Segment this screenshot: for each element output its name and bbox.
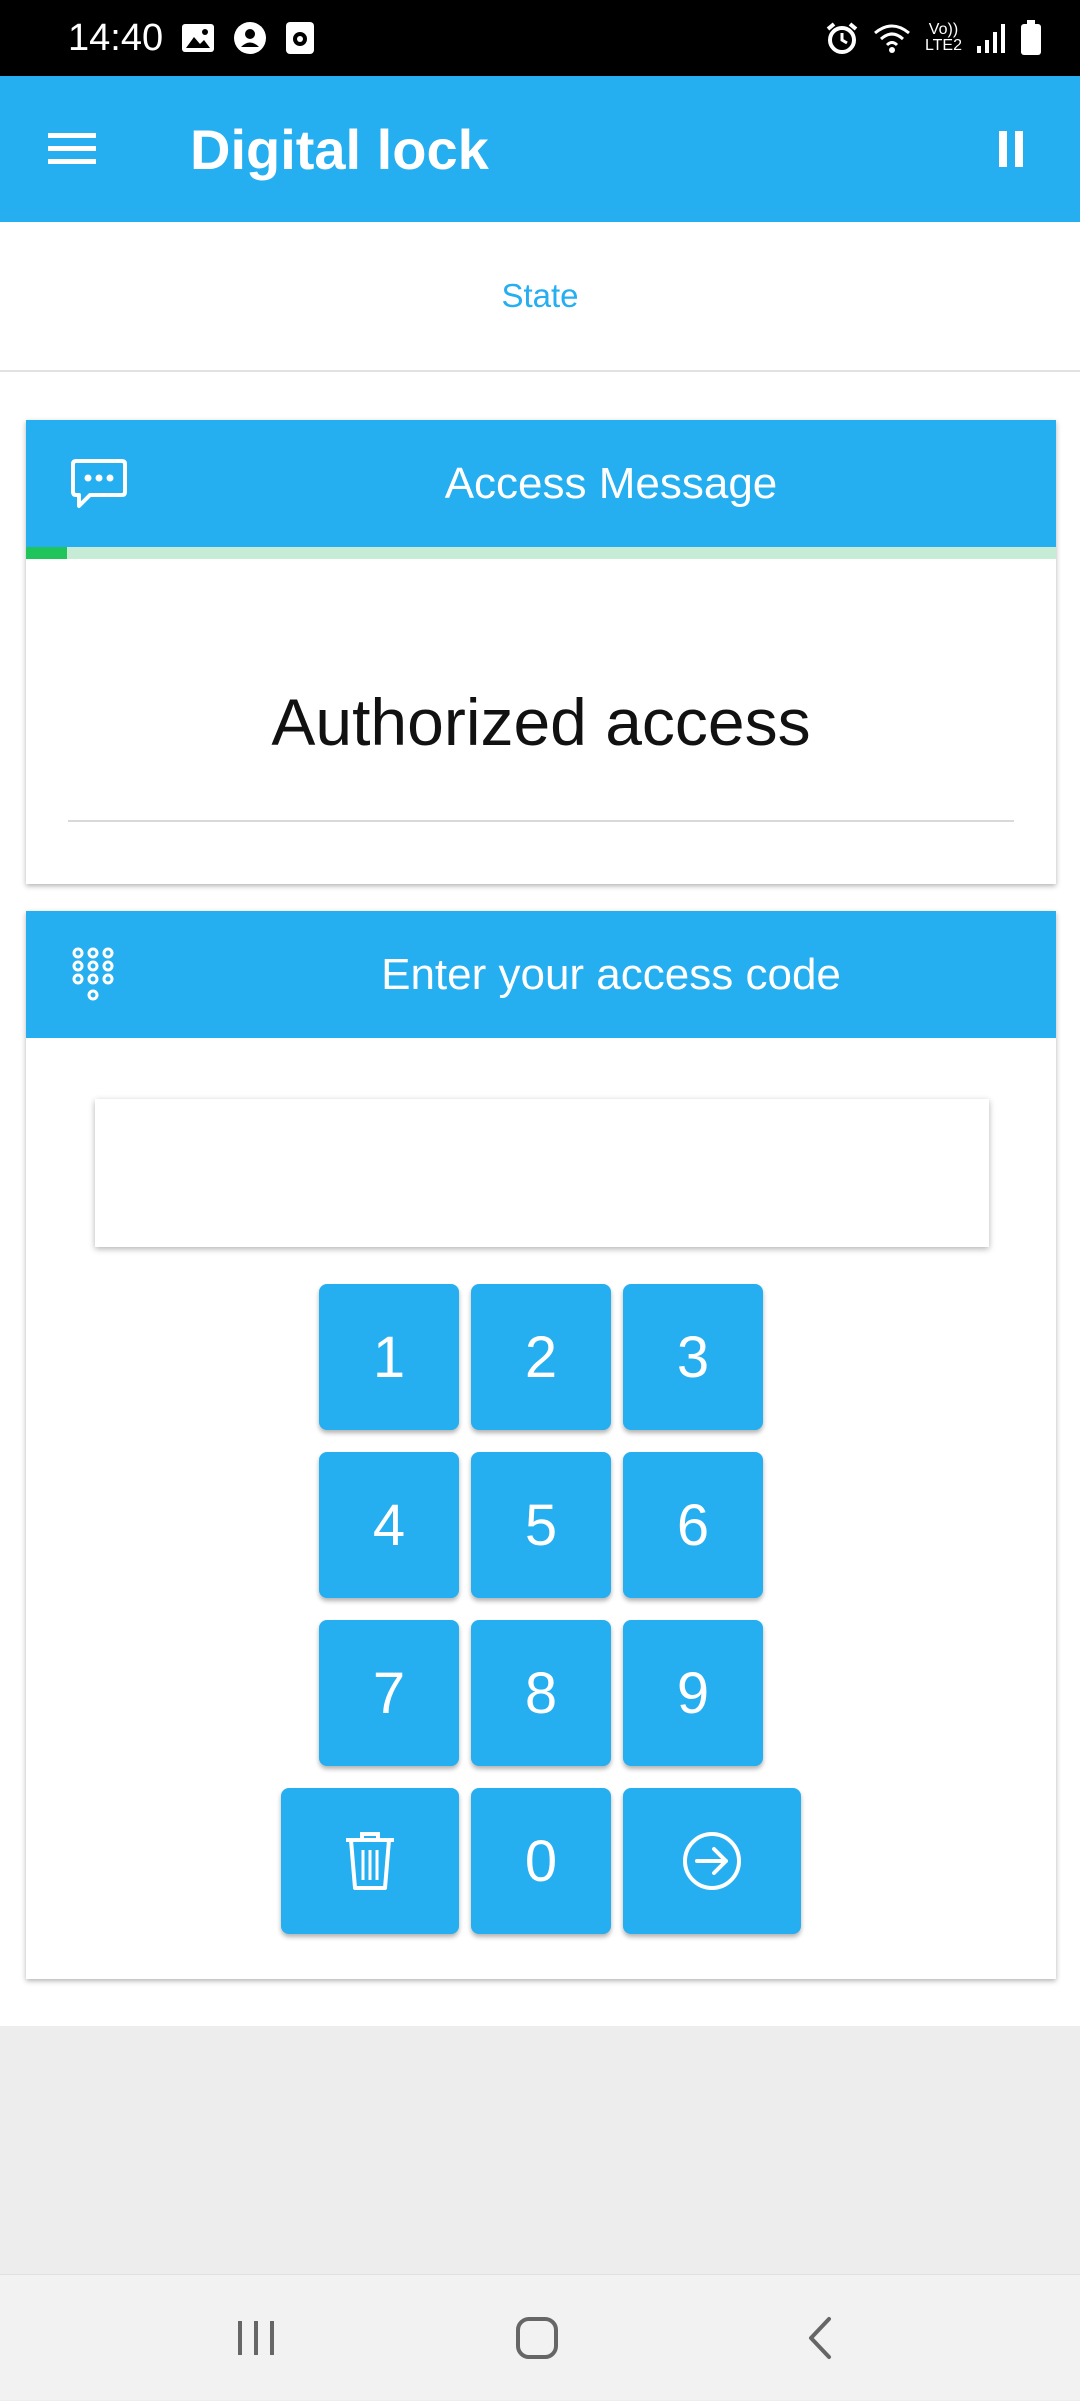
key-2[interactable]: 2	[471, 1284, 611, 1430]
key-8[interactable]: 8	[471, 1620, 611, 1766]
message-divider	[68, 820, 1014, 822]
dialpad-icon	[70, 911, 116, 1038]
signal-icon	[976, 22, 1006, 54]
app-bar: Digital lock	[0, 76, 1080, 222]
back-icon[interactable]	[750, 2275, 890, 2401]
keypad: 1 2 3 4 5 6 7 8 9 0	[26, 1284, 1056, 1934]
home-icon[interactable]	[467, 2275, 607, 2401]
access-message-card: Access Message Authorized access	[26, 420, 1056, 884]
bottom-empty-area	[0, 2026, 1080, 2274]
chat-bubble-icon	[70, 420, 128, 547]
status-time: 14:40	[68, 16, 164, 59]
status-right: Vo)) LTE2	[825, 20, 1042, 56]
access-code-title: Enter your access code	[381, 949, 841, 999]
arrow-right-circle-icon	[681, 1830, 743, 1892]
key-9[interactable]: 9	[623, 1620, 763, 1766]
access-message-header: Access Message	[26, 420, 1056, 547]
access-message-text: Authorized access	[271, 685, 811, 759]
account-circle-icon	[233, 21, 267, 55]
image-icon	[181, 23, 215, 53]
network-bottom-label: LTE2	[924, 37, 962, 54]
pause-icon[interactable]	[956, 76, 1066, 222]
access-code-header: Enter your access code	[26, 911, 1056, 1038]
access-progress-fill	[26, 547, 68, 559]
hamburger-menu-icon[interactable]	[0, 76, 146, 222]
key-3[interactable]: 3	[623, 1284, 763, 1430]
media-icon	[285, 21, 315, 55]
key-0[interactable]: 0	[471, 1788, 611, 1934]
submit-button[interactable]	[623, 1788, 801, 1934]
network-type-indicator: Vo)) LTE2	[925, 22, 962, 54]
access-message-title: Access Message	[444, 458, 778, 508]
access-progress-bar	[26, 547, 1056, 559]
wifi-icon	[873, 23, 911, 53]
recent-apps-icon[interactable]	[186, 2275, 326, 2401]
network-top-label: Vo))	[928, 21, 959, 38]
trash-icon	[342, 1830, 398, 1892]
tab-strip: State	[0, 222, 1080, 372]
key-6[interactable]: 6	[623, 1452, 763, 1598]
tab-state[interactable]: State	[501, 277, 578, 315]
key-5[interactable]: 5	[471, 1452, 611, 1598]
battery-icon	[1020, 20, 1042, 56]
key-4[interactable]: 4	[319, 1452, 459, 1598]
app-title: Digital lock	[190, 117, 489, 181]
access-code-input[interactable]	[95, 1099, 989, 1247]
alarm-icon	[825, 21, 859, 55]
status-left: 14:40	[68, 17, 315, 60]
system-nav-bar	[0, 2274, 1080, 2400]
access-code-card: Enter your access code 1 2 3 4 5 6 7 8 9…	[26, 911, 1056, 1979]
status-bar: 14:40 Vo)) LTE2	[0, 0, 1080, 76]
key-7[interactable]: 7	[319, 1620, 459, 1766]
delete-button[interactable]	[281, 1788, 459, 1934]
key-1[interactable]: 1	[319, 1284, 459, 1430]
